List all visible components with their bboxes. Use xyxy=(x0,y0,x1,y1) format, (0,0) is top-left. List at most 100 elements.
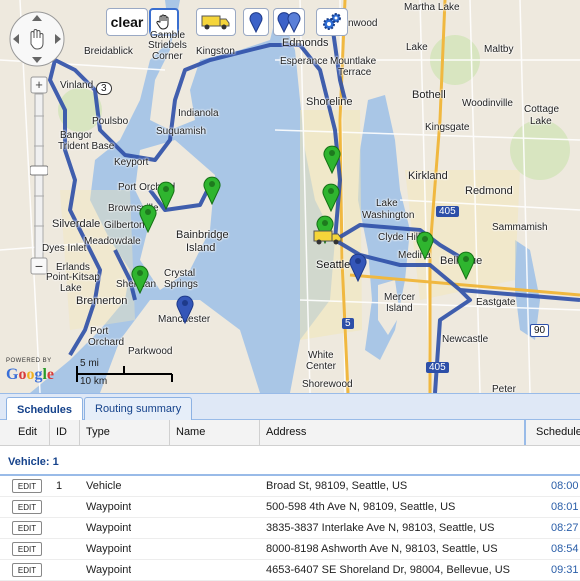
edit-button[interactable]: EDIT xyxy=(12,500,42,514)
hand-pan-icon xyxy=(156,14,169,30)
row-type: Waypoint xyxy=(86,564,132,576)
map-label: White xyxy=(308,350,334,361)
powered-by-text: POWERED BY xyxy=(6,358,52,364)
waypoint-marker-green[interactable] xyxy=(157,180,175,210)
clear-button[interactable]: clear xyxy=(106,8,148,36)
row-schedule: 09:31 xyxy=(551,564,579,576)
map-label: Lake xyxy=(406,42,428,53)
column-header-id[interactable]: ID xyxy=(50,420,80,445)
edit-button[interactable]: EDIT xyxy=(12,479,42,493)
waypoint-marker-blue[interactable] xyxy=(349,252,367,282)
zoom-out-icon: − xyxy=(35,258,43,274)
waypoint-marker-green[interactable] xyxy=(322,182,340,212)
column-header-schedule[interactable]: Schedule xyxy=(528,420,580,445)
scale-miles-label: 5 mi xyxy=(80,358,99,369)
row-schedule: 08:54 xyxy=(551,543,579,555)
row-type: Vehicle xyxy=(86,480,122,492)
map-label: Mercer xyxy=(384,292,416,303)
map-label: Orchard xyxy=(88,337,125,348)
map-label: Shoreline xyxy=(306,96,353,108)
blue-pin-icon xyxy=(249,12,263,33)
column-header-edit[interactable]: Edit xyxy=(0,420,50,445)
map-label: Mountlake xyxy=(330,56,377,67)
waypoint-marker-green[interactable] xyxy=(323,144,341,174)
map-label: Springs xyxy=(164,279,198,290)
waypoint-marker-green[interactable] xyxy=(131,264,149,294)
row-address: 8000-8198 Ashworth Ave N, 98103, Seattle… xyxy=(266,543,498,555)
group-label: Vehicle: 1 xyxy=(8,456,59,468)
map-label: Bremerton xyxy=(76,295,128,307)
map-view[interactable]: clear + − Kingston Edmonds Esperance Mou… xyxy=(0,0,580,393)
map-label: nwood xyxy=(348,18,378,29)
pan-control[interactable] xyxy=(8,10,66,68)
map-label: Shorewood xyxy=(302,379,353,390)
map-label: Cottage xyxy=(524,104,560,115)
map-label: Point-Kitsap xyxy=(46,272,100,283)
table-row[interactable]: EDIT 1 Vehicle Broad St, 98109, Seattle,… xyxy=(0,476,580,497)
group-header-row[interactable]: Vehicle: 1 xyxy=(0,446,580,476)
row-schedule: 08:27 xyxy=(551,522,579,534)
map-label: Sammamish xyxy=(492,222,548,233)
table-row[interactable]: EDIT Waypoint 3835-3837 Interlake Ave N,… xyxy=(0,518,580,539)
map-label: Kingsgate xyxy=(425,122,470,133)
add-multiple-waypoints-button[interactable] xyxy=(273,8,305,36)
map-label: Peter xyxy=(492,384,516,393)
map-label: Poulsbo xyxy=(92,116,129,127)
map-label: Lake xyxy=(530,116,552,127)
waypoint-marker-green[interactable] xyxy=(457,250,475,280)
zoom-in-icon: + xyxy=(35,77,43,92)
map-label: Bainbridge xyxy=(176,229,229,241)
waypoint-marker-green[interactable] xyxy=(203,175,221,205)
map-label: Newcastle xyxy=(442,334,489,345)
multiple-pins-icon xyxy=(277,12,301,33)
vehicle-truck-marker[interactable] xyxy=(313,228,343,246)
map-label: Kirkland xyxy=(408,170,448,182)
map-label: Center xyxy=(306,361,337,372)
map-label: Crystal xyxy=(164,268,196,279)
column-header-name[interactable]: Name xyxy=(170,420,260,445)
edit-button[interactable]: EDIT xyxy=(12,521,42,535)
edit-button[interactable]: EDIT xyxy=(12,542,42,556)
row-type: Waypoint xyxy=(86,522,132,534)
waypoint-marker-blue[interactable] xyxy=(176,294,194,324)
row-id: 1 xyxy=(56,480,63,492)
map-label: Clyde Hill xyxy=(378,232,421,243)
table-row[interactable]: EDIT Waypoint 8000-8198 Ashworth Ave N, … xyxy=(0,539,580,560)
row-schedule: 08:00 xyxy=(551,480,579,492)
column-header-address[interactable]: Address xyxy=(260,420,526,445)
scale-km-label: 10 km xyxy=(80,376,108,387)
tab-schedules[interactable]: Schedules xyxy=(6,397,84,421)
add-vehicle-button[interactable] xyxy=(196,8,236,36)
map-label: Bangor xyxy=(60,130,93,141)
row-address: 4653-6407 SE Shoreland Dr, 98004, Bellev… xyxy=(266,564,510,576)
optimize-route-button[interactable] xyxy=(316,8,348,36)
row-type: Waypoint xyxy=(86,501,132,513)
row-address: 500-598 4th Ave N, 98109, Seattle, US xyxy=(266,501,456,513)
zoom-handle xyxy=(30,165,48,176)
tab-routing-summary[interactable]: Routing summary xyxy=(84,397,193,420)
map-label: Breidablick xyxy=(84,46,133,57)
highway-shield: 405 xyxy=(426,362,449,373)
grid-header: Edit ID Type Name Address Schedule xyxy=(0,420,580,446)
map-label: Lake xyxy=(60,283,82,294)
add-waypoint-button[interactable] xyxy=(243,8,269,36)
table-row[interactable]: EDIT Waypoint 500-598 4th Ave N, 98109, … xyxy=(0,497,580,518)
map-label: Keyport xyxy=(114,157,149,168)
map-label: Suquamish xyxy=(156,126,207,137)
table-row[interactable]: EDIT Waypoint 4653-6407 SE Shoreland Dr,… xyxy=(0,560,580,581)
map-label: Edmonds xyxy=(282,37,329,49)
truck-icon xyxy=(201,15,230,30)
map-label: Trident Base xyxy=(58,141,115,152)
edit-button[interactable]: EDIT xyxy=(12,563,42,577)
column-header-type[interactable]: Type xyxy=(80,420,170,445)
map-label: Bothell xyxy=(412,89,446,101)
highway-shield: 90 xyxy=(530,324,550,337)
waypoint-marker-green[interactable] xyxy=(416,230,434,260)
map-label: Silverdale xyxy=(52,218,101,230)
map-label: Lake xyxy=(376,198,398,209)
map-label: Eastgate xyxy=(476,297,516,308)
google-logo[interactable]: Google xyxy=(6,366,54,384)
tab-bar: Schedules Routing summary xyxy=(0,393,580,421)
highway-shield: 405 xyxy=(436,206,459,217)
waypoint-marker-green[interactable] xyxy=(139,203,157,233)
